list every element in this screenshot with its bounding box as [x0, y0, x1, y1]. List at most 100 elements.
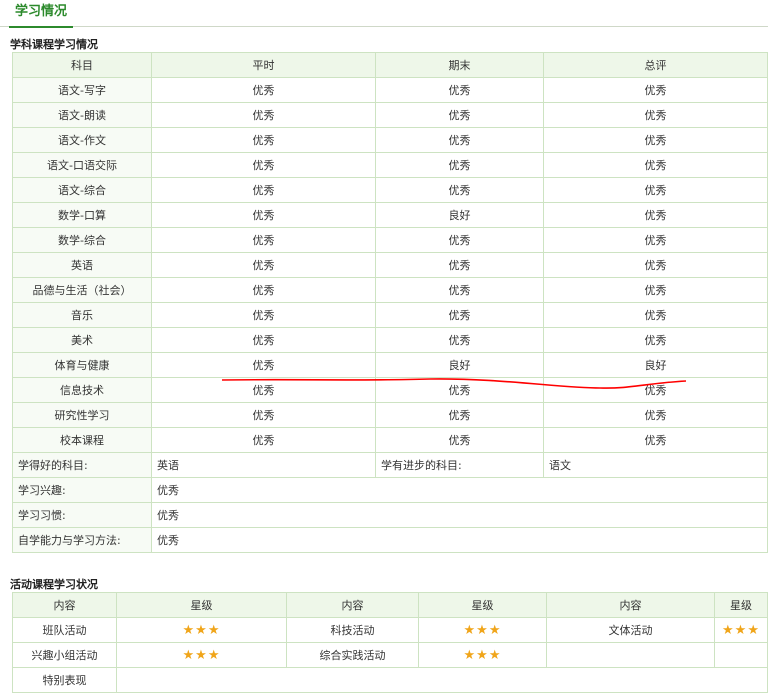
final-grade-cell: 优秀: [375, 127, 544, 153]
table-row: 品德与生活（社会） 优秀 优秀 优秀: [12, 277, 768, 303]
table-row: 校本课程 优秀 优秀 优秀: [12, 427, 768, 453]
best-progress-row: 学得好的科目: 英语 学有进步的科目: 语文: [12, 452, 768, 478]
final-grade-cell: 优秀: [375, 402, 544, 428]
subject-cell: 数学-综合: [12, 227, 152, 253]
column-header: 科目: [12, 52, 152, 78]
final-grade-cell: 优秀: [375, 277, 544, 303]
usual-grade-cell: 优秀: [151, 252, 376, 278]
subject-cell: 语文-朗读: [12, 102, 152, 128]
overall-grade-cell: 良好: [543, 352, 768, 378]
interest-value: 优秀: [151, 477, 768, 503]
column-header: 内容: [286, 592, 419, 618]
activity-row: 兴趣小组活动 ★★★ 综合实践活动 ★★★: [12, 642, 768, 668]
star-rating-icon: ★★★: [182, 647, 221, 663]
overall-grade-cell: 优秀: [543, 327, 768, 353]
activity-header-row: 内容 星级 内容 星级 内容 星级: [12, 592, 768, 618]
usual-grade-cell: 优秀: [151, 327, 376, 353]
tab-bar: 学习情况: [0, 0, 768, 28]
usual-grade-cell: 优秀: [151, 427, 376, 453]
table-row: 体育与健康 优秀 良好 良好: [12, 352, 768, 378]
column-header: 星级: [418, 592, 547, 618]
table-row: 语文-综合 优秀 优秀 优秀: [12, 177, 768, 203]
subject-cell: 研究性学习: [12, 402, 152, 428]
usual-grade-cell: 优秀: [151, 302, 376, 328]
star-rating-icon: ★★★: [722, 622, 760, 638]
column-header: 总评: [543, 52, 768, 78]
final-grade-cell: 优秀: [375, 77, 544, 103]
usual-grade-cell: 优秀: [151, 402, 376, 428]
habit-label: 学习习惯:: [12, 502, 152, 528]
activity-stars-cell: ★★★: [418, 617, 547, 643]
table-row: 信息技术 优秀 优秀 优秀: [12, 377, 768, 403]
overall-grade-cell: 优秀: [543, 302, 768, 328]
overall-grade-cell: 优秀: [543, 102, 768, 128]
usual-grade-cell: 优秀: [151, 152, 376, 178]
final-grade-cell: 优秀: [375, 252, 544, 278]
subject-cell: 语文-口语交际: [12, 152, 152, 178]
star-rating-icon: ★★★: [463, 622, 502, 638]
tab-learning-status[interactable]: 学习情况: [9, 0, 74, 28]
column-header: 内容: [546, 592, 715, 618]
table-row: 语文-朗读 优秀 优秀 优秀: [12, 102, 768, 128]
table-row: 语文-作文 优秀 优秀 优秀: [12, 127, 768, 153]
habit-value: 优秀: [151, 502, 768, 528]
subject-cell: 品德与生活（社会）: [12, 277, 152, 303]
column-header: 星级: [116, 592, 287, 618]
activity-stars-cell: ★★★: [116, 617, 287, 643]
subject-cell: 语文-写字: [12, 77, 152, 103]
overall-grade-cell: 优秀: [543, 177, 768, 203]
column-header: 星级: [714, 592, 768, 618]
interest-row: 学习兴趣: 优秀: [12, 477, 768, 503]
activity-stars-cell: ★★★: [116, 642, 287, 668]
overall-grade-cell: 优秀: [543, 127, 768, 153]
final-grade-cell: 优秀: [375, 377, 544, 403]
overall-grade-cell: 优秀: [543, 152, 768, 178]
self-study-row: 自学能力与学习方法: 优秀: [12, 527, 768, 553]
subject-cell: 语文-作文: [12, 127, 152, 153]
overall-grade-cell: 优秀: [543, 227, 768, 253]
table-row: 数学-综合 优秀 优秀 优秀: [12, 227, 768, 253]
self-study-value: 优秀: [151, 527, 768, 553]
table-row: 数学-口算 优秀 良好 优秀: [12, 202, 768, 228]
subject-cell: 美术: [12, 327, 152, 353]
activity-table: 内容 星级 内容 星级 内容 星级 班队活动 ★★★ 科技活动 ★★★ 文体活动 ★★★ 兴趣小组活动 ★…: [12, 592, 768, 693]
best-subject-label: 学得好的科目:: [12, 452, 152, 478]
table-row: 语文-写字 优秀 优秀 优秀: [12, 77, 768, 103]
progress-subject-value: 语文: [543, 452, 768, 478]
activity-section-title: 活动课程学习状况: [10, 578, 98, 591]
subject-cell: 校本课程: [12, 427, 152, 453]
subject-cell: 体育与健康: [12, 352, 152, 378]
usual-grade-cell: 优秀: [151, 227, 376, 253]
usual-grade-cell: 优秀: [151, 202, 376, 228]
usual-grade-cell: 优秀: [151, 102, 376, 128]
usual-grade-cell: 优秀: [151, 377, 376, 403]
interest-label: 学习兴趣:: [12, 477, 152, 503]
activity-content-cell: 兴趣小组活动: [12, 642, 117, 668]
subject-grades-table: 科目 平时 期末 总评 语文-写字 优秀 优秀 优秀 语文-朗读 优秀 优秀 优秀 语文-作文 优秀 优秀优…: [12, 52, 768, 553]
special-performance-value: [116, 667, 768, 693]
special-performance-label: 特别表现: [12, 667, 117, 693]
column-header: 期末: [375, 52, 544, 78]
table-row: 美术 优秀 优秀 优秀: [12, 327, 768, 353]
final-grade-cell: 优秀: [375, 327, 544, 353]
final-grade-cell: 优秀: [375, 177, 544, 203]
final-grade-cell: 优秀: [375, 427, 544, 453]
overall-grade-cell: 优秀: [543, 427, 768, 453]
overall-grade-cell: 优秀: [543, 277, 768, 303]
subject-cell: 语文-综合: [12, 177, 152, 203]
activity-content-cell: 文体活动: [546, 617, 715, 643]
subject-cell: 信息技术: [12, 377, 152, 403]
table-row: 语文-口语交际 优秀 优秀 优秀: [12, 152, 768, 178]
column-header: 平时: [151, 52, 376, 78]
habit-row: 学习习惯: 优秀: [12, 502, 768, 528]
activity-row: 班队活动 ★★★ 科技活动 ★★★ 文体活动 ★★★: [12, 617, 768, 643]
star-rating-icon: ★★★: [182, 622, 221, 638]
table-row: 研究性学习 优秀 优秀 优秀: [12, 402, 768, 428]
subject-header-row: 科目 平时 期末 总评: [12, 52, 768, 78]
overall-grade-cell: 优秀: [543, 202, 768, 228]
activity-content-cell: 班队活动: [12, 617, 117, 643]
usual-grade-cell: 优秀: [151, 277, 376, 303]
table-row: 音乐 优秀 优秀 优秀: [12, 302, 768, 328]
subject-cell: 音乐: [12, 302, 152, 328]
subject-section-title: 学科课程学习情况: [10, 38, 98, 51]
